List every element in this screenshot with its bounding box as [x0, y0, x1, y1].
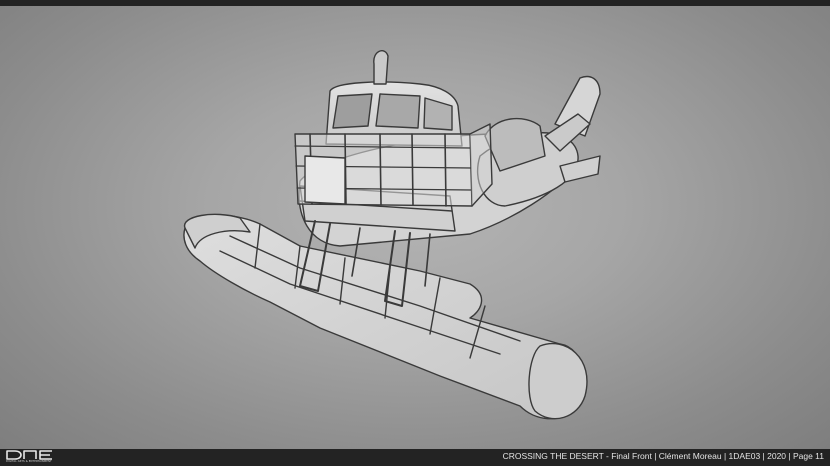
slide-caption: CROSSING THE DESERT - Final Front | Clém…	[502, 451, 824, 461]
dae-logo-mark	[6, 450, 52, 460]
artwork-canvas	[0, 6, 830, 449]
main-wing	[183, 214, 585, 420]
footer-bar: DIGITAL ARTS & ENTERTAINMENT CROSSING TH…	[0, 449, 830, 466]
cabin-window-left	[332, 93, 373, 129]
logo-tagline: DIGITAL ARTS & ENTERTAINMENT	[6, 460, 52, 463]
presentation-slide: DIGITAL ARTS & ENTERTAINMENT CROSSING TH…	[0, 0, 830, 466]
dae-logo: DIGITAL ARTS & ENTERTAINMENT	[6, 450, 66, 465]
wing-tip-right	[528, 342, 588, 420]
exhaust-pipe	[373, 50, 389, 85]
cabin-window-right	[375, 93, 421, 129]
vehicle-sketch	[183, 50, 601, 420]
